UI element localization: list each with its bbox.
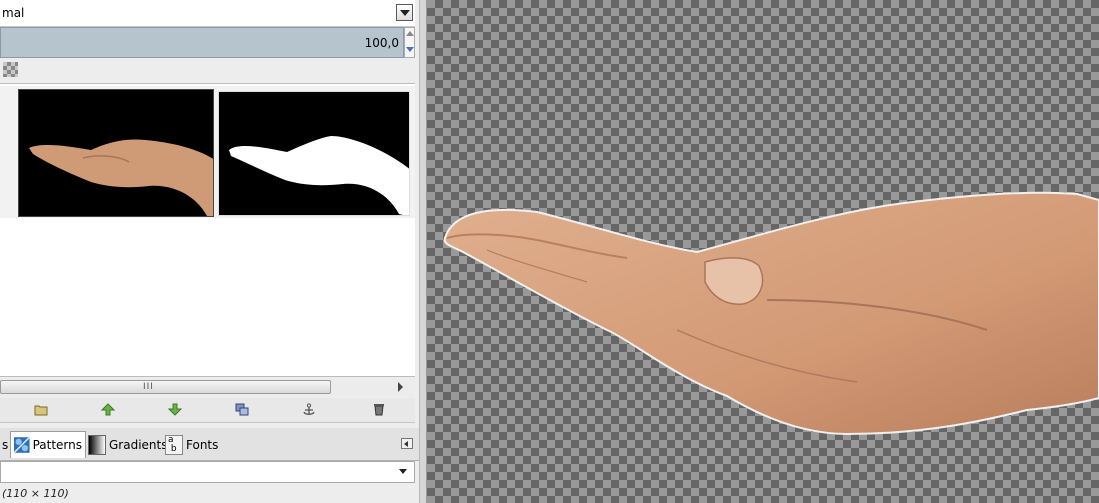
layer-thumbnail[interactable] — [18, 89, 214, 217]
tab-brushes[interactable]: s — [2, 431, 8, 458]
spin-down-icon[interactable] — [406, 47, 414, 52]
tab-menu-icon[interactable] — [401, 438, 413, 449]
gradients-icon — [88, 434, 106, 455]
new-layer-group-icon[interactable] — [34, 403, 48, 416]
layer-toolbar — [0, 398, 415, 423]
opacity-field[interactable]: 100,0 — [0, 27, 404, 58]
layer-list[interactable] — [0, 83, 415, 377]
pattern-size-label: (110 × 110) — [2, 487, 69, 500]
scrollbar-grip: III — [143, 382, 154, 392]
layer-mode-dropdown[interactable]: mal — [0, 0, 415, 27]
tab-patterns-label: Patterns — [32, 438, 82, 452]
dock-tabs: s Patterns Gradients a b Fonts — [0, 428, 419, 461]
lock-alpha-icon[interactable] — [3, 62, 18, 77]
tab-fonts[interactable]: a b Fonts — [165, 431, 218, 458]
hand-image — [443, 191, 1099, 436]
panel-divider[interactable] — [419, 0, 427, 503]
anchor-layer-icon[interactable] — [302, 403, 316, 416]
hand-thumbnail-image — [29, 139, 213, 216]
duplicate-layer-icon[interactable] — [235, 403, 249, 416]
scroll-right-icon[interactable] — [398, 382, 403, 392]
scrollbar-thumb[interactable]: III — [0, 380, 331, 394]
pattern-select[interactable] — [0, 461, 415, 483]
spin-up-icon[interactable] — [406, 31, 414, 36]
layer-mode-label: mal — [2, 6, 25, 20]
chevron-down-icon[interactable] — [396, 4, 413, 21]
delete-layer-icon[interactable] — [372, 403, 386, 416]
patterns-icon — [14, 436, 30, 454]
tab-fonts-label: Fonts — [186, 437, 219, 452]
raise-layer-icon[interactable] — [101, 403, 115, 416]
image-canvas[interactable] — [427, 0, 1099, 503]
tab-patterns[interactable]: Patterns — [10, 431, 86, 458]
layer-row[interactable] — [0, 86, 415, 218]
tab-brushes-label: s — [2, 437, 9, 452]
opacity-spinner[interactable] — [404, 27, 415, 58]
layer-mask-thumbnail[interactable] — [218, 91, 410, 216]
layer-list-scrollbar[interactable]: III — [0, 378, 415, 396]
tab-gradients[interactable]: Gradients — [88, 431, 167, 458]
tab-gradients-label: Gradients — [109, 437, 168, 452]
layers-panel: mal 100,0 III s Patterns Gradients a b F… — [0, 0, 419, 503]
lock-row — [0, 60, 415, 82]
lower-layer-icon[interactable] — [168, 403, 182, 416]
hand-mask-image — [229, 136, 409, 215]
fonts-icon: a b — [165, 434, 183, 455]
opacity-value: 100,0 — [364, 36, 399, 50]
